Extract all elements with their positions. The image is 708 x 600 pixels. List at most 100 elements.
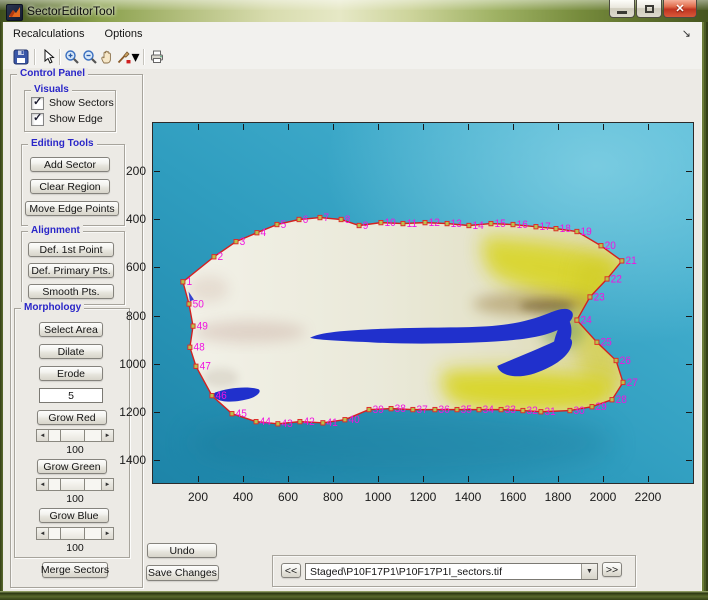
edge-point-marker[interactable] [411, 407, 415, 411]
edge-point-marker[interactable] [367, 407, 371, 411]
grow-red-button[interactable]: Grow Red [37, 410, 107, 425]
slider-left-arrow-icon[interactable]: ◄ [37, 430, 49, 441]
edge-point-marker[interactable] [575, 318, 579, 322]
slider-thumb[interactable] [60, 479, 85, 490]
next-file-button[interactable]: >> [602, 562, 622, 577]
pan-hand-icon[interactable] [98, 48, 116, 66]
def-primary-pts-button[interactable]: Def. Primary Pts. [28, 263, 114, 278]
grow-red-slider[interactable]: ◄ ► [36, 429, 114, 442]
edge-point-marker[interactable] [620, 259, 624, 263]
slider-thumb[interactable] [60, 430, 85, 441]
edge-point-marker[interactable] [614, 358, 618, 362]
grow-blue-slider[interactable]: ◄ ► [36, 527, 114, 540]
file-dropdown[interactable]: Staged\P10F17P1\P10F17P1I_sectors.tif ▼ [305, 563, 598, 580]
pointer-icon[interactable] [39, 48, 57, 66]
clear-region-button[interactable]: Clear Region [30, 179, 110, 194]
seed-image[interactable]: 1234567891011121314151617181920212223242… [153, 123, 693, 483]
edge-point-marker[interactable] [255, 231, 259, 235]
edge-point-marker[interactable] [521, 408, 525, 412]
edge-point-marker[interactable] [511, 222, 515, 226]
menu-options[interactable]: Options [95, 24, 153, 44]
edge-point-marker[interactable] [599, 244, 603, 248]
checkbox-box[interactable]: ✓ [31, 97, 44, 110]
grow-green-button[interactable]: Grow Green [37, 459, 107, 474]
edge-point-marker[interactable] [489, 221, 493, 225]
edge-point-marker[interactable] [210, 393, 214, 397]
minimize-button[interactable] [609, 0, 635, 18]
edge-point-marker[interactable] [554, 226, 558, 230]
edge-point-marker[interactable] [455, 407, 459, 411]
edge-point-marker[interactable] [318, 215, 322, 219]
edge-point-marker[interactable] [194, 364, 198, 368]
zoom-in-icon[interactable] [63, 48, 81, 66]
edge-point-marker[interactable] [379, 220, 383, 224]
edge-point-marker[interactable] [590, 405, 594, 409]
select-area-button[interactable]: Select Area [39, 322, 103, 337]
zoom-out-icon[interactable] [81, 48, 99, 66]
edge-point-marker[interactable] [343, 418, 347, 422]
slider-left-arrow-icon[interactable]: ◄ [37, 479, 49, 490]
show-edge-checkbox[interactable]: ✓ Show Edge [31, 112, 103, 126]
save-changes-button[interactable]: Save Changes [146, 565, 219, 581]
save-icon[interactable] [12, 48, 30, 66]
edge-point-marker[interactable] [610, 398, 614, 402]
def-1st-point-button[interactable]: Def. 1st Point [28, 242, 114, 257]
edge-point-marker[interactable] [298, 419, 302, 423]
slider-right-arrow-icon[interactable]: ► [101, 430, 113, 441]
edge-point-marker[interactable] [234, 239, 238, 243]
grow-green-slider[interactable]: ◄ ► [36, 478, 114, 491]
edge-point-marker[interactable] [534, 225, 538, 229]
close-button[interactable]: ✕ [663, 0, 697, 18]
edge-point-marker[interactable] [389, 406, 393, 410]
edge-point-marker[interactable] [539, 410, 543, 414]
edge-point-marker[interactable] [477, 407, 481, 411]
edge-point-marker[interactable] [423, 220, 427, 224]
edge-point-marker[interactable] [181, 280, 185, 284]
erode-button[interactable]: Erode [39, 366, 103, 381]
slider-thumb[interactable] [60, 528, 85, 539]
merge-sectors-button[interactable]: Merge Sectors [42, 562, 108, 578]
slider-right-arrow-icon[interactable]: ► [101, 528, 113, 539]
menu-recalculations[interactable]: Recalculations [3, 24, 95, 44]
edge-point-marker[interactable] [187, 302, 191, 306]
edge-point-marker[interactable] [212, 255, 216, 259]
title-bar[interactable]: SectorEditorTool ✕ [0, 0, 708, 23]
edge-point-marker[interactable] [605, 277, 609, 281]
edge-point-marker[interactable] [433, 407, 437, 411]
plot-area[interactable]: 1234567891011121314151617181920212223242… [152, 122, 694, 484]
edge-point-marker[interactable] [588, 295, 592, 299]
erode-size-field[interactable]: 5 [39, 388, 103, 403]
edge-point-marker[interactable] [467, 223, 471, 227]
edge-point-marker[interactable] [445, 221, 449, 225]
edge-point-marker[interactable] [621, 380, 625, 384]
edge-point-marker[interactable] [297, 217, 301, 221]
maximize-button[interactable] [636, 0, 662, 18]
brush-dropdown-icon[interactable]: ▾ [131, 48, 140, 66]
edge-point-marker[interactable] [357, 223, 361, 227]
print-icon[interactable] [148, 48, 166, 66]
smooth-pts-button[interactable]: Smooth Pts. [28, 284, 114, 299]
edge-point-marker[interactable] [575, 229, 579, 233]
edge-point-marker[interactable] [568, 408, 572, 412]
dock-arrow-icon[interactable]: ↘ [682, 27, 691, 40]
slider-right-arrow-icon[interactable]: ► [101, 479, 113, 490]
checkbox-box[interactable]: ✓ [31, 113, 44, 126]
edge-point-marker[interactable] [595, 340, 599, 344]
dropdown-arrow-icon[interactable]: ▼ [581, 564, 597, 579]
prev-file-button[interactable]: << [281, 563, 301, 578]
grow-blue-button[interactable]: Grow Blue [39, 508, 109, 523]
edge-point-marker[interactable] [230, 412, 234, 416]
edge-point-marker[interactable] [254, 419, 258, 423]
edge-point-marker[interactable] [276, 422, 280, 426]
undo-button[interactable]: Undo [147, 543, 217, 558]
slider-left-arrow-icon[interactable]: ◄ [37, 528, 49, 539]
show-sectors-checkbox[interactable]: ✓ Show Sectors [31, 96, 114, 110]
edge-point-marker[interactable] [401, 221, 405, 225]
add-sector-button[interactable]: Add Sector [30, 157, 110, 172]
edge-point-marker[interactable] [499, 407, 503, 411]
edge-point-marker[interactable] [275, 222, 279, 226]
edge-point-marker[interactable] [191, 324, 195, 328]
dilate-button[interactable]: Dilate [39, 344, 103, 359]
edge-point-marker[interactable] [339, 217, 343, 221]
edge-point-marker[interactable] [188, 345, 192, 349]
